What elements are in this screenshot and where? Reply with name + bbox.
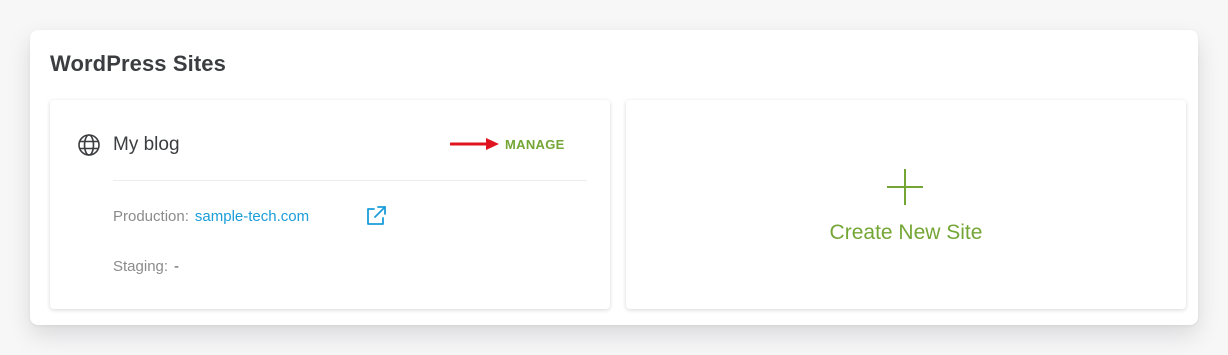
staging-label: Staging: [113, 258, 169, 275]
globe-icon [78, 134, 100, 156]
site-card: My blog MANAGE Production: sample-tech.co… [50, 100, 610, 309]
create-site-card: Create New Site [626, 100, 1186, 309]
section-title: WordPress Sites [50, 51, 226, 76]
create-new-site-button[interactable]: Create New Site [626, 100, 1186, 309]
production-url-link[interactable]: sample-tech.com [195, 208, 309, 225]
manage-button[interactable]: MANAGE [505, 137, 565, 152]
production-row: Production: sample-tech.com [113, 207, 309, 227]
plus-icon [887, 169, 923, 205]
red-arrow-annotation-icon [450, 138, 499, 150]
site-name: My blog [113, 134, 180, 155]
wordpress-sites-panel: WordPress Sites My blog MANAGE Productio… [30, 30, 1198, 325]
divider [113, 180, 587, 181]
staging-value: - [174, 258, 180, 275]
external-link-icon[interactable] [365, 205, 387, 227]
production-label: Production: [113, 208, 189, 225]
create-new-site-label: Create New Site [829, 221, 983, 244]
staging-row: Staging: - [113, 257, 179, 277]
